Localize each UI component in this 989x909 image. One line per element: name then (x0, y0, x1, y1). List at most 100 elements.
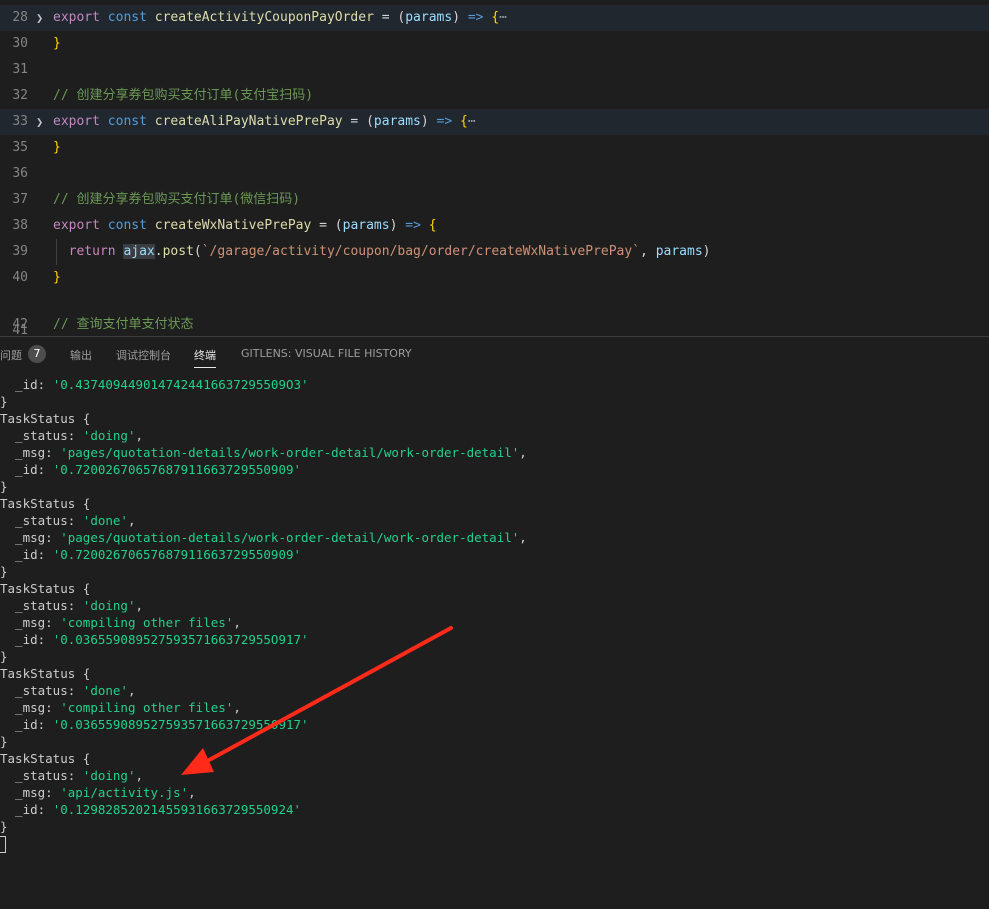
code-token: = ( (342, 114, 374, 129)
code-line[interactable]: 42 // 查询支付单支付状态 (0, 312, 989, 336)
code-token: = ( (311, 218, 343, 233)
code-line[interactable]: 32 // 创建分享券包购买支付订单(支付宝扫码) (0, 83, 989, 109)
terminal-text: _id: (0, 717, 53, 732)
code-text: // 创建分享券包购买支付订单(支付宝扫码) (53, 83, 313, 109)
code-text: } (53, 265, 61, 291)
terminal-string: 'pages/quotation-details/work-order-deta… (60, 530, 520, 545)
terminal-line: _id: '0.4374094490147424416637295509O3' (0, 376, 309, 393)
terminal-line: _msg: 'compiling other files', (0, 699, 241, 716)
terminal-text: _status: (0, 428, 83, 443)
code-line[interactable]: 40} (0, 265, 989, 291)
code-text: // 查询支付单支付状态 (53, 312, 193, 336)
tab-gitlens-visual-file-history[interactable]: GITLENS: VISUAL FILE HISTORY (241, 347, 412, 367)
code-token: ) (702, 244, 711, 259)
terminal-text: TaskStatus { (0, 411, 91, 426)
code-editor[interactable]: 28 ❯ export const createActivityCouponPayO… (0, 0, 989, 336)
tab-output[interactable]: 输出 (70, 347, 92, 367)
code-line[interactable]: 33 ❯ export const createAliPayNativePrePay… (0, 109, 989, 135)
terminal-line: TaskStatus { (0, 410, 90, 427)
terminal-output[interactable]: _id: '0.4374094490147424416637295509O3'}… (0, 371, 989, 909)
terminal-text: _status: (0, 683, 83, 698)
terminal-line: } (0, 733, 8, 750)
code-line[interactable]: 35} (0, 135, 989, 161)
terminal-text: , (233, 700, 241, 715)
code-line[interactable]: 31 (0, 57, 989, 83)
code-text: // 创建分享券包购买支付订单(微信扫码) (53, 187, 300, 213)
code-line[interactable]: 28 ❯ export const createActivityCouponPayO… (0, 5, 989, 31)
code-token: export (53, 218, 100, 233)
code-text: return ajax.post(`/garage/activity/coupo… (53, 239, 710, 265)
terminal-text: , (135, 598, 144, 613)
code-token: } (53, 36, 61, 51)
tab-problems[interactable]: 问题 7 (0, 345, 46, 367)
terminal-text: _status: (0, 513, 83, 528)
terminal-text: _msg: (0, 445, 61, 460)
code-line[interactable]: 37 // 创建分享券包购买支付订单(微信扫码) (0, 187, 989, 213)
code-token: ⋯ (499, 10, 507, 25)
line-number: 42 (12, 317, 28, 332)
line-number: 35 (12, 140, 28, 155)
terminal-line: } (0, 393, 8, 410)
terminal-text: _status: (0, 768, 83, 783)
terminal-text: , (519, 445, 527, 460)
code-token: => (405, 218, 421, 233)
code-line[interactable]: 38 export const createWxNativePrePay = (p… (0, 213, 989, 239)
terminal-line: TaskStatus { (0, 665, 90, 682)
tab-label: 问题 (0, 349, 22, 362)
terminal-text: , (135, 768, 144, 783)
tab-label: 终端 (194, 349, 216, 362)
code-token: } (53, 270, 61, 285)
terminal-text: _msg: (0, 615, 61, 630)
code-token: ) (452, 10, 468, 25)
code-token: // 查询支付单支付状态 (53, 317, 194, 332)
line-number: 33 (12, 114, 28, 129)
line-number: 31 (12, 62, 28, 77)
code-token: `/garage/activity/coupon/bag/order/creat… (201, 244, 641, 259)
tab-terminal[interactable]: 终端 (194, 347, 216, 368)
code-token: const (107, 218, 147, 233)
code-token: return (68, 244, 116, 259)
terminal-text: } (0, 564, 8, 579)
fold-chevron-icon[interactable]: ❯ (36, 109, 43, 135)
terminal-line: _status: 'doing', (0, 427, 143, 444)
terminal-string: 'doing' (82, 428, 136, 443)
code-text: } (53, 135, 61, 161)
terminal-text: _id: (0, 547, 53, 562)
tab-debug-console[interactable]: 调试控制台 (116, 347, 171, 367)
line-number: 30 (12, 36, 28, 51)
line-number: 28 (12, 10, 28, 25)
code-token: ( (193, 244, 202, 259)
terminal-string: 'compiling other files' (60, 615, 234, 630)
terminal-text: , (233, 615, 241, 630)
terminal-string: '0.12982852021455931663729550924' (52, 802, 302, 817)
terminal-text: , (127, 683, 136, 698)
terminal-line: _id: '0.036559089527593571663729550917' (0, 716, 309, 733)
fold-chevron-icon[interactable]: ❯ (36, 5, 43, 31)
terminal-string: 'done' (82, 513, 128, 528)
line-number: 36 (12, 166, 28, 181)
terminal-text: TaskStatus { (0, 581, 91, 596)
code-line[interactable]: 36 (0, 161, 989, 187)
code-token: params (373, 114, 421, 129)
terminal-string: '0.4374094490147424416637295509O3' (52, 377, 309, 392)
code-line[interactable]: 30} (0, 31, 989, 57)
terminal-string: '0.72002670657687911663729550909' (52, 547, 302, 562)
code-token: { (460, 114, 468, 129)
code-token: => (467, 10, 484, 25)
terminal-string: '0.72002670657687911663729550909' (52, 462, 302, 477)
code-token: } (53, 140, 61, 155)
terminal-text: _id: (0, 377, 53, 392)
terminal-line: TaskStatus { (0, 580, 90, 597)
code-token: ⋯ (467, 114, 476, 129)
terminal-string: 'api/activity.js' (60, 785, 189, 800)
terminal-line: _id: '0.03655908952759357166372955O917' (0, 631, 309, 648)
code-token: ) (389, 218, 406, 233)
line-number: 32 (12, 88, 28, 103)
code-line[interactable]: 39 return ajax.post(`/garage/activity/co… (0, 239, 989, 265)
terminal-line: _msg: 'pages/quotation-details/work-orde… (0, 444, 527, 461)
